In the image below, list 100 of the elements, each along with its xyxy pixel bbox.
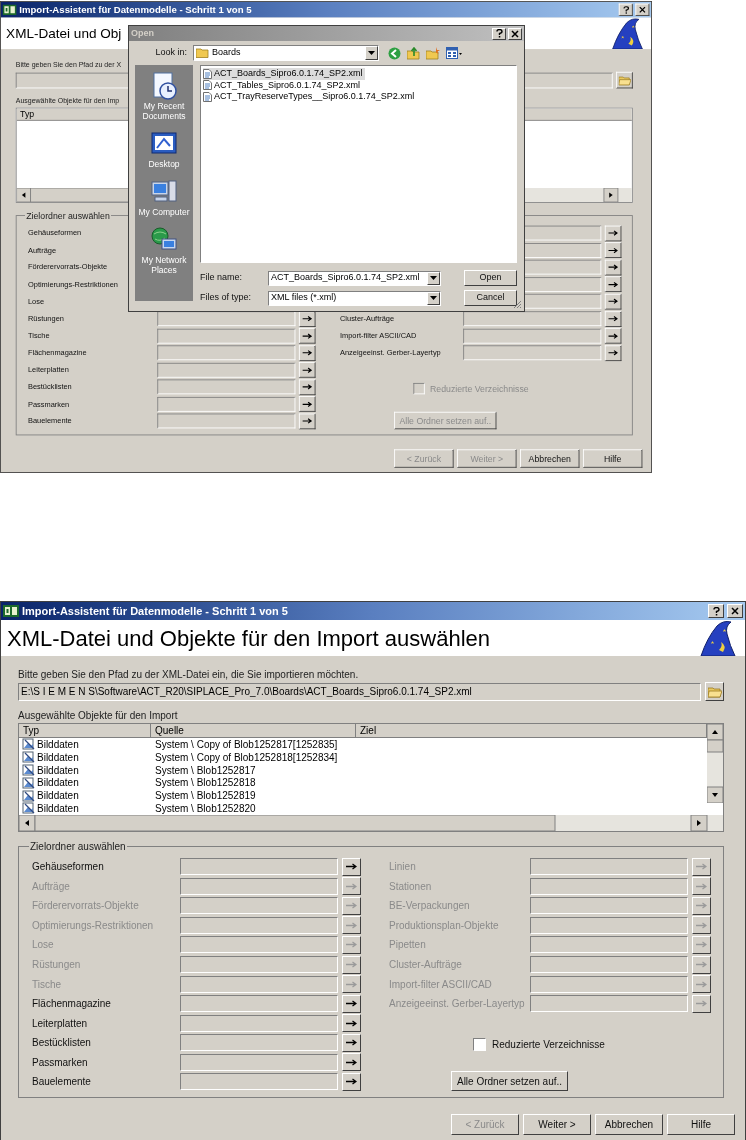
file-item[interactable]: ACT_Boards_Sipro6.0.1.74_SP2.xml — [203, 68, 365, 80]
folder-field[interactable] — [180, 1053, 338, 1071]
folder-field[interactable] — [463, 311, 602, 327]
close-button[interactable] — [727, 604, 743, 618]
folder-field[interactable] — [180, 1014, 338, 1032]
arrow-button[interactable] — [604, 327, 622, 344]
folder-label: Bestücklisten — [32, 1036, 91, 1051]
folder-field[interactable] — [530, 897, 688, 915]
folder-field[interactable] — [157, 413, 296, 429]
dialog-button[interactable]: Abbrechen — [595, 1114, 663, 1135]
dialog-button[interactable]: Hilfe — [667, 1114, 735, 1135]
file-item[interactable]: ACT_Tables_Sipro6.0.1.74_SP2.xml — [203, 79, 363, 91]
folder-field[interactable] — [157, 379, 296, 395]
folder-field[interactable] — [157, 328, 296, 344]
help-button[interactable] — [492, 27, 506, 40]
arrow-button[interactable] — [604, 225, 622, 242]
places-item[interactable]: Desktop — [136, 129, 192, 169]
folder-field[interactable] — [180, 858, 338, 876]
dialog-button[interactable]: Weiter > — [523, 1114, 591, 1135]
arrow-button[interactable] — [342, 857, 361, 876]
checkbox[interactable] — [473, 1038, 486, 1052]
folder-field[interactable] — [180, 936, 338, 954]
arrow-icon — [302, 384, 312, 391]
dialog-button[interactable]: Hilfe — [582, 449, 643, 468]
close-icon — [511, 29, 519, 38]
close-button[interactable] — [508, 27, 522, 40]
folder-field[interactable] — [180, 1034, 338, 1052]
folder-field[interactable] — [530, 916, 688, 934]
arrow-icon — [346, 1058, 357, 1066]
arrow-button[interactable] — [604, 345, 622, 361]
dropdown-button[interactable] — [427, 271, 440, 285]
folder-field[interactable] — [530, 995, 688, 1013]
folder-label: Tische — [32, 977, 62, 992]
close-button[interactable] — [635, 3, 650, 16]
browse-button[interactable] — [705, 682, 724, 701]
browse-button[interactable] — [616, 71, 633, 89]
arrow-button[interactable] — [604, 310, 622, 327]
group-title: Zielordner auswählen — [29, 840, 127, 854]
arrow-icon — [696, 863, 707, 871]
folder-field[interactable] — [530, 877, 688, 895]
folder-field[interactable] — [180, 1073, 338, 1091]
combo-field[interactable]: XML files (*.xml) — [268, 290, 441, 306]
arrow-button[interactable] — [342, 1072, 361, 1091]
arrow-button[interactable] — [604, 293, 622, 310]
arrow-button[interactable] — [604, 259, 622, 276]
arrow-icon — [608, 332, 618, 339]
path-field[interactable]: E:\S I E M E N S\Software\ACT_R20\SIPLACE_Pro_7.0\Boards\ACT_Boards_Sipro6.0.1.74_SP2.xml — [18, 682, 701, 701]
dropdown-button[interactable] — [365, 46, 378, 60]
dialog-button[interactable]: Cancel — [464, 290, 517, 306]
path-label: Bitte geben Sie den Pfad zu der XML-Datei ein, die Sie importieren möchten. — [18, 668, 359, 682]
folder-field[interactable] — [180, 995, 338, 1013]
field-label: File name: — [200, 271, 244, 285]
dropdown-button[interactable] — [427, 291, 440, 305]
arrow-button[interactable] — [342, 1014, 361, 1033]
folder-field[interactable] — [180, 956, 338, 973]
folder-field[interactable] — [530, 975, 688, 993]
folder-field[interactable] — [180, 916, 338, 934]
look-in-combo[interactable]: Boards — [193, 45, 379, 61]
field-label: Files of type: — [200, 291, 253, 305]
arrow-button[interactable] — [298, 396, 316, 412]
folder-label: BE-Verpackungen — [389, 899, 470, 914]
folder-field[interactable] — [530, 858, 688, 876]
arrow-button[interactable] — [298, 327, 316, 344]
places-item[interactable]: My Recent Documents — [136, 71, 192, 121]
folder-field[interactable] — [157, 345, 296, 361]
folder-field[interactable] — [463, 345, 602, 361]
arrow-button[interactable] — [298, 379, 316, 395]
folder-field[interactable] — [180, 877, 338, 895]
table-cell-text: Bilddaten — [37, 776, 79, 791]
arrow-button[interactable] — [298, 362, 316, 378]
arrow-button[interactable] — [342, 1033, 361, 1052]
dialog-button[interactable]: Abbrechen — [520, 449, 580, 468]
folder-field[interactable] — [157, 396, 296, 412]
arrow-button[interactable] — [298, 345, 316, 361]
arrow-button[interactable] — [342, 1053, 361, 1072]
places-item[interactable]: My Computer — [136, 177, 192, 217]
places-item[interactable]: My Network Places — [136, 225, 192, 275]
arrow-icon — [696, 961, 707, 968]
folder-field[interactable] — [157, 362, 296, 378]
folder-field[interactable] — [530, 956, 688, 973]
arrow-icon — [608, 264, 618, 271]
folder-field[interactable] — [463, 328, 602, 344]
file-item[interactable]: ACT_TrayReserveTypes__Sipro6.0.1.74_SP2.xml — [203, 91, 417, 103]
help-button[interactable] — [708, 604, 724, 618]
table-cell-text: System \ Blob1252819 — [154, 789, 257, 804]
folder-field[interactable] — [530, 936, 688, 954]
set-all-folders-button[interactable]: Alle Ordner setzen auf.. — [451, 1071, 568, 1092]
folder-field[interactable] — [180, 975, 338, 993]
combo-field[interactable]: ACT_Boards_Sipro6.0.1.74_SP2.xml — [268, 270, 441, 286]
folder-field[interactable] — [180, 897, 338, 915]
wizard-hat-icon — [697, 620, 737, 656]
arrow-button[interactable] — [298, 413, 316, 430]
image-file-icon — [22, 738, 35, 751]
arrow-button[interactable] — [342, 994, 361, 1013]
help-button[interactable] — [618, 3, 633, 16]
file-list[interactable]: ACT_Boards_Sipro6.0.1.74_SP2.xml ACT_Tables_Sipro6.0.1.74_SP2.xml ACT_TrayReserveTypes__Sipro6.0.1.74_SP2.xml — [200, 65, 517, 263]
arrow-icon — [346, 941, 357, 949]
arrow-button[interactable] — [604, 276, 622, 293]
arrow-button[interactable] — [604, 242, 622, 259]
dialog-button[interactable]: Open — [464, 270, 517, 286]
